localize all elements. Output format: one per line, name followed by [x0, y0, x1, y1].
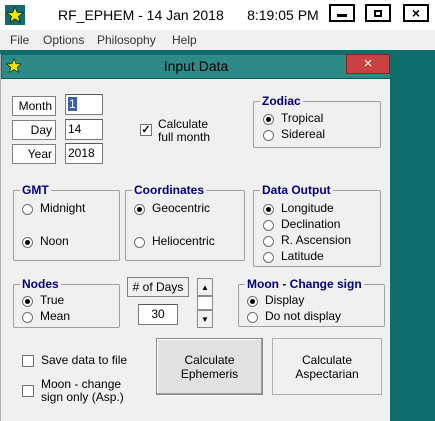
- minimize-icon: [329, 4, 355, 22]
- latitude-radio[interactable]: [263, 252, 274, 263]
- days-scroll-track[interactable]: [197, 296, 213, 310]
- longitude-radio[interactable]: [263, 204, 274, 215]
- input-data-dialog: Input Data × Month 1 Day 14 Year 2018 ✓ …: [0, 54, 391, 421]
- ephemeris-button-line2: Ephemeris: [180, 366, 239, 381]
- declination-label: Declination: [281, 217, 341, 231]
- moon-change-sign-group: Moon - Change sign Display Do not displa…: [238, 277, 385, 327]
- full-month-checkbox[interactable]: ✓: [140, 124, 152, 136]
- month-input[interactable]: 1: [65, 94, 103, 115]
- moon-display-radio[interactable]: [247, 296, 258, 307]
- year-input[interactable]: 2018: [65, 143, 103, 164]
- dialog-close-button[interactable]: ×: [346, 54, 390, 74]
- menu-bar: File Options Philosophy Help: [0, 30, 435, 50]
- declination-radio[interactable]: [263, 220, 274, 231]
- day-input[interactable]: 14: [65, 119, 103, 140]
- days-spin-up-button[interactable]: ▲: [197, 278, 213, 296]
- save-to-file-checkbox[interactable]: [22, 355, 34, 367]
- ascension-radio[interactable]: [263, 236, 274, 247]
- geocentric-radio[interactable]: [134, 204, 145, 215]
- calculate-ephemeris-button[interactable]: Calculate Ephemeris: [156, 338, 263, 395]
- gmt-title: GMT: [20, 183, 51, 197]
- nodes-true-label: True: [40, 293, 65, 307]
- close-icon: ×: [363, 55, 373, 72]
- zodiac-sidereal-radio[interactable]: [263, 130, 274, 141]
- gmt-noon-radio[interactable]: [22, 237, 33, 248]
- month-label: Month: [12, 96, 56, 116]
- full-month-label: Calculate full month: [158, 118, 210, 144]
- minimize-button[interactable]: [324, 0, 360, 26]
- nodes-title: Nodes: [20, 277, 61, 291]
- app-star-icon[interactable]: [5, 5, 25, 25]
- menu-options[interactable]: Options: [43, 33, 84, 47]
- moon-sign-only-label-line2: sign only (Asp.): [41, 390, 124, 404]
- heliocentric-radio[interactable]: [134, 237, 145, 248]
- ephemeris-button-line1: Calculate: [184, 352, 235, 367]
- window-time: 8:19:05 PM: [247, 7, 319, 23]
- geocentric-label: Geocentric: [152, 201, 211, 215]
- window-title: RF_EPHEM - 14 Jan 2018 8:19:05 PM: [58, 7, 319, 23]
- menu-help[interactable]: Help: [172, 33, 197, 47]
- nodes-mean-radio[interactable]: [22, 312, 33, 323]
- zodiac-title: Zodiac: [260, 94, 303, 108]
- aspectarian-button-line1: Calculate: [301, 352, 353, 367]
- year-label: Year: [12, 144, 56, 164]
- close-icon: ×: [403, 4, 429, 22]
- zodiac-group: Zodiac Tropical Sidereal: [253, 94, 381, 148]
- latitude-label: Latitude: [281, 249, 324, 263]
- aspectarian-button-line2: Aspectarian: [295, 366, 359, 381]
- gmt-midnight-radio[interactable]: [22, 204, 33, 215]
- dialog-titlebar: Input Data ×: [1, 54, 391, 79]
- moon-sign-only-label: Moon - change sign only (Asp.): [41, 378, 124, 404]
- gmt-midnight-label: Midnight: [40, 201, 86, 215]
- nodes-group: Nodes True Mean: [13, 277, 120, 328]
- gmt-group: GMT Midnight Noon: [13, 183, 120, 261]
- days-spin-down-button[interactable]: ▼: [197, 310, 213, 328]
- nodes-mean-label: Mean: [40, 309, 71, 323]
- close-window-button[interactable]: ×: [398, 0, 434, 26]
- maximize-icon: [365, 4, 391, 22]
- full-month-label-line2: full month: [158, 130, 211, 144]
- calculate-aspectarian-button[interactable]: Calculate Aspectarian: [272, 338, 382, 395]
- moon-not-display-radio[interactable]: [247, 312, 258, 323]
- maximize-button[interactable]: [360, 0, 396, 26]
- moon-sign-only-checkbox[interactable]: [22, 385, 34, 397]
- moon-change-sign-title: Moon - Change sign: [245, 277, 364, 291]
- moon-not-display-label: Do not display: [265, 309, 342, 323]
- days-label: # of Days: [127, 277, 189, 297]
- menu-philosophy[interactable]: Philosophy: [97, 33, 156, 47]
- zodiac-tropical-radio[interactable]: [263, 114, 274, 125]
- data-output-title: Data Output: [260, 183, 333, 197]
- coordinates-title: Coordinates: [132, 183, 207, 197]
- ascension-label: R. Ascension: [281, 233, 352, 247]
- save-to-file-label: Save data to file: [41, 353, 128, 367]
- window-title-text: RF_EPHEM - 14 Jan 2018: [58, 7, 224, 23]
- moon-display-label: Display: [265, 293, 305, 307]
- chevron-down-icon: ▼: [201, 314, 209, 324]
- days-input[interactable]: 30: [138, 304, 178, 325]
- dialog-title: Input Data: [163, 58, 229, 74]
- coordinates-group: Coordinates Geocentric Heliocentric: [125, 183, 245, 261]
- nodes-true-radio[interactable]: [22, 296, 33, 307]
- gmt-noon-label: Noon: [40, 234, 69, 248]
- chevron-up-icon: ▲: [201, 282, 209, 292]
- zodiac-tropical-label: Tropical: [281, 111, 324, 125]
- longitude-label: Longitude: [281, 201, 334, 215]
- day-label: Day: [12, 120, 56, 140]
- menu-file[interactable]: File: [10, 33, 29, 47]
- month-value: 1: [68, 97, 77, 111]
- data-output-group: Data Output Longitude Declination R. Asc…: [253, 183, 381, 267]
- heliocentric-label: Heliocentric: [152, 234, 215, 248]
- zodiac-sidereal-label: Sidereal: [281, 127, 326, 141]
- main-titlebar: RF_EPHEM - 14 Jan 2018 8:19:05 PM ×: [0, 0, 435, 30]
